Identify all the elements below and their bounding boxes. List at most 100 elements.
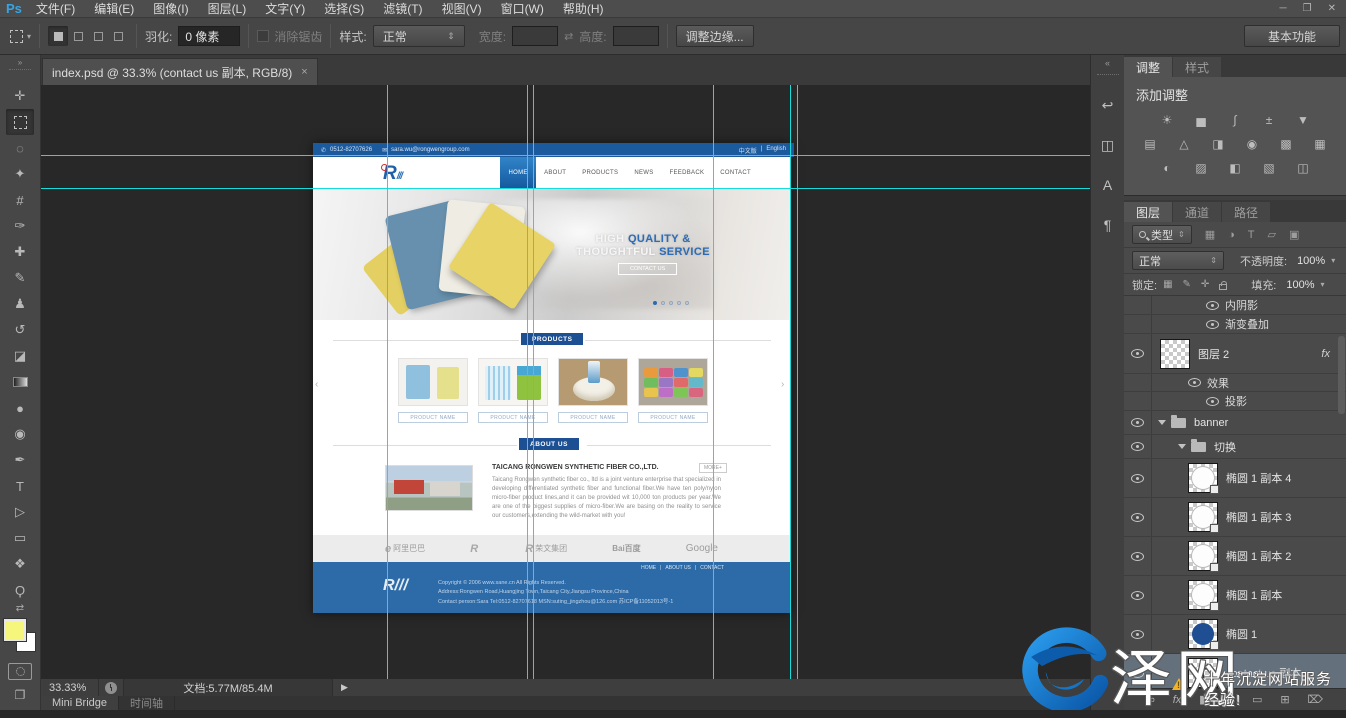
filter-type-layers-icon[interactable]: T bbox=[1248, 229, 1255, 241]
eraser-tool[interactable]: ◪ bbox=[6, 343, 34, 369]
visibility-eye-icon[interactable] bbox=[1206, 301, 1219, 310]
tab-styles[interactable]: 样式 bbox=[1173, 57, 1221, 77]
height-input[interactable] bbox=[613, 26, 659, 46]
effects-header[interactable]: 效果 bbox=[1124, 374, 1346, 392]
fill-value[interactable]: 100% bbox=[1286, 279, 1314, 291]
screen-mode-button[interactable]: ❐ bbox=[15, 688, 26, 702]
layer-mask-icon[interactable]: ◧ bbox=[1199, 693, 1209, 706]
tab-layers[interactable]: 图层 bbox=[1124, 202, 1172, 222]
move-tool[interactable]: ✛ bbox=[6, 83, 34, 109]
lock-transparency-icon[interactable]: ▦ bbox=[1163, 279, 1172, 290]
brightness-contrast-icon[interactable]: ☀ bbox=[1157, 112, 1178, 128]
pen-tool[interactable]: ✒ bbox=[6, 447, 34, 473]
hand-tool[interactable]: ❖ bbox=[6, 551, 34, 577]
rectangular-marquee-tool[interactable] bbox=[6, 109, 34, 135]
expand-triangle-icon[interactable] bbox=[1178, 444, 1186, 449]
minimize-icon[interactable]: ─ bbox=[1280, 3, 1287, 14]
menu-filter[interactable]: 滤镜(T) bbox=[383, 0, 422, 17]
visibility-eye-icon[interactable] bbox=[1206, 320, 1219, 329]
crop-tool[interactable]: # bbox=[6, 187, 34, 213]
color-balance-icon[interactable]: △ bbox=[1174, 136, 1195, 152]
properties-panel-icon[interactable]: ◫ bbox=[1096, 133, 1120, 157]
feather-input[interactable]: 0 像素 bbox=[178, 26, 240, 46]
quick-selection-tool[interactable]: ✦ bbox=[6, 161, 34, 187]
document-tab[interactable]: index.psd @ 33.3% (contact us 副本, RGB/8)… bbox=[42, 58, 318, 85]
healing-brush-tool[interactable]: ✚ bbox=[6, 239, 34, 265]
layer-row-ellipse-copy2[interactable]: 椭圆 1 副本 2 bbox=[1124, 537, 1346, 576]
eyedropper-tool[interactable]: ✑ bbox=[6, 213, 34, 239]
visibility-eye-icon[interactable] bbox=[1131, 630, 1144, 639]
layer-thumbnail[interactable] bbox=[1188, 580, 1218, 610]
visibility-eye-icon[interactable] bbox=[1131, 442, 1144, 451]
antialias-checkbox[interactable] bbox=[257, 30, 269, 42]
menu-select[interactable]: 选择(S) bbox=[324, 0, 364, 17]
exposure-icon[interactable]: ± bbox=[1259, 112, 1280, 128]
refine-edge-button[interactable]: 调整边缘... bbox=[676, 25, 754, 47]
fx-badge[interactable]: fx bbox=[1321, 348, 1330, 360]
workspace-switcher-button[interactable]: 基本功能 bbox=[1244, 25, 1340, 47]
layers-scrollbar[interactable] bbox=[1338, 336, 1345, 414]
new-layer-icon[interactable]: ⊞ bbox=[1280, 693, 1289, 706]
layer-thumbnail[interactable] bbox=[1188, 463, 1218, 493]
text-layer-thumbnail[interactable]: T bbox=[1188, 658, 1218, 688]
visibility-eye-icon[interactable] bbox=[1131, 552, 1144, 561]
style-dropdown[interactable]: 正常 ⇕ bbox=[373, 25, 465, 47]
menu-window[interactable]: 窗口(W) bbox=[501, 0, 544, 17]
type-tool[interactable]: T bbox=[6, 473, 34, 499]
tab-mini-bridge[interactable]: Mini Bridge bbox=[41, 696, 119, 710]
layer-row-ellipse1[interactable]: 椭圆 1 bbox=[1124, 615, 1346, 654]
character-panel-icon[interactable]: A bbox=[1096, 173, 1120, 197]
posterize-icon[interactable]: ▨ bbox=[1191, 160, 1212, 176]
effect-item-inner-shadow[interactable]: 内阴影 bbox=[1124, 296, 1346, 315]
menu-layer[interactable]: 图层(L) bbox=[208, 0, 247, 17]
threshold-icon[interactable]: ◧ bbox=[1225, 160, 1246, 176]
menu-image[interactable]: 图像(I) bbox=[153, 0, 188, 17]
status-options-icon[interactable]: ▶ bbox=[341, 682, 348, 693]
selection-mode-add-button[interactable] bbox=[68, 26, 88, 46]
visibility-eye-icon[interactable] bbox=[1131, 418, 1144, 427]
color-lookup-icon[interactable]: ▦ bbox=[1310, 136, 1331, 152]
photo-filter-icon[interactable]: ◉ bbox=[1242, 136, 1263, 152]
delete-layer-icon[interactable]: ⌦ bbox=[1307, 693, 1323, 706]
visibility-eye-icon[interactable] bbox=[1131, 349, 1144, 358]
blend-mode-dropdown[interactable]: 正常 ⇕ bbox=[1132, 251, 1224, 270]
channel-mixer-icon[interactable]: ▩ bbox=[1276, 136, 1297, 152]
history-brush-tool[interactable]: ↺ bbox=[6, 317, 34, 343]
layer-row-layer2[interactable]: 图层 2 fx ▴ bbox=[1124, 334, 1346, 374]
tools-panel-header[interactable]: » bbox=[0, 55, 40, 83]
zoom-level-field[interactable]: 33.33% bbox=[41, 679, 99, 696]
blur-tool[interactable]: ● bbox=[6, 395, 34, 421]
visibility-eye-icon[interactable] bbox=[1131, 513, 1144, 522]
visibility-eye-icon[interactable] bbox=[1206, 397, 1219, 406]
filter-adjustment-layers-icon[interactable]: ◑ bbox=[1228, 229, 1235, 241]
layer-row-ellipse-copy4[interactable]: 椭圆 1 副本 4 bbox=[1124, 459, 1346, 498]
layer-row-ellipse-copy[interactable]: 椭圆 1 副本 bbox=[1124, 576, 1346, 615]
opacity-value[interactable]: 100% bbox=[1297, 255, 1325, 267]
menu-file[interactable]: 文件(F) bbox=[36, 0, 75, 17]
effect-item-drop-shadow[interactable]: 投影 bbox=[1124, 392, 1346, 411]
layer-thumbnail[interactable] bbox=[1160, 339, 1190, 369]
tab-timeline[interactable]: 时间轴 bbox=[119, 696, 175, 710]
new-group-icon[interactable]: ▭ bbox=[1252, 693, 1262, 706]
gradient-map-icon[interactable]: ▧ bbox=[1259, 160, 1280, 176]
menu-edit[interactable]: 编辑(E) bbox=[94, 0, 134, 17]
zoom-tool[interactable]: Ϙ bbox=[6, 577, 34, 603]
lock-position-icon[interactable]: ✛ bbox=[1201, 279, 1209, 290]
layer-style-icon[interactable]: fx bbox=[1173, 694, 1182, 706]
width-input[interactable] bbox=[512, 26, 558, 46]
paragraph-panel-icon[interactable]: ¶ bbox=[1096, 213, 1120, 237]
curves-icon[interactable]: ∫ bbox=[1225, 112, 1246, 128]
tab-adjustments[interactable]: 调整 bbox=[1124, 57, 1172, 77]
group-row-banner[interactable]: banner bbox=[1124, 411, 1346, 435]
hue-saturation-icon[interactable]: ▤ bbox=[1140, 136, 1161, 152]
swap-dimensions-icon[interactable]: ⇄ bbox=[564, 30, 573, 43]
foreground-color-swatch[interactable] bbox=[4, 619, 26, 641]
vibrance-icon[interactable]: ▼ bbox=[1293, 112, 1314, 128]
filter-shape-layers-icon[interactable]: ▱ bbox=[1268, 228, 1276, 241]
black-white-icon[interactable]: ◨ bbox=[1208, 136, 1229, 152]
swap-colors-icon[interactable]: ⇄ bbox=[16, 603, 24, 617]
filter-pixel-layers-icon[interactable]: ▦ bbox=[1205, 228, 1215, 241]
clone-stamp-tool[interactable]: ♟ bbox=[6, 291, 34, 317]
tool-preset-picker[interactable]: ▾ bbox=[10, 30, 31, 43]
layer-thumbnail[interactable] bbox=[1188, 619, 1218, 649]
